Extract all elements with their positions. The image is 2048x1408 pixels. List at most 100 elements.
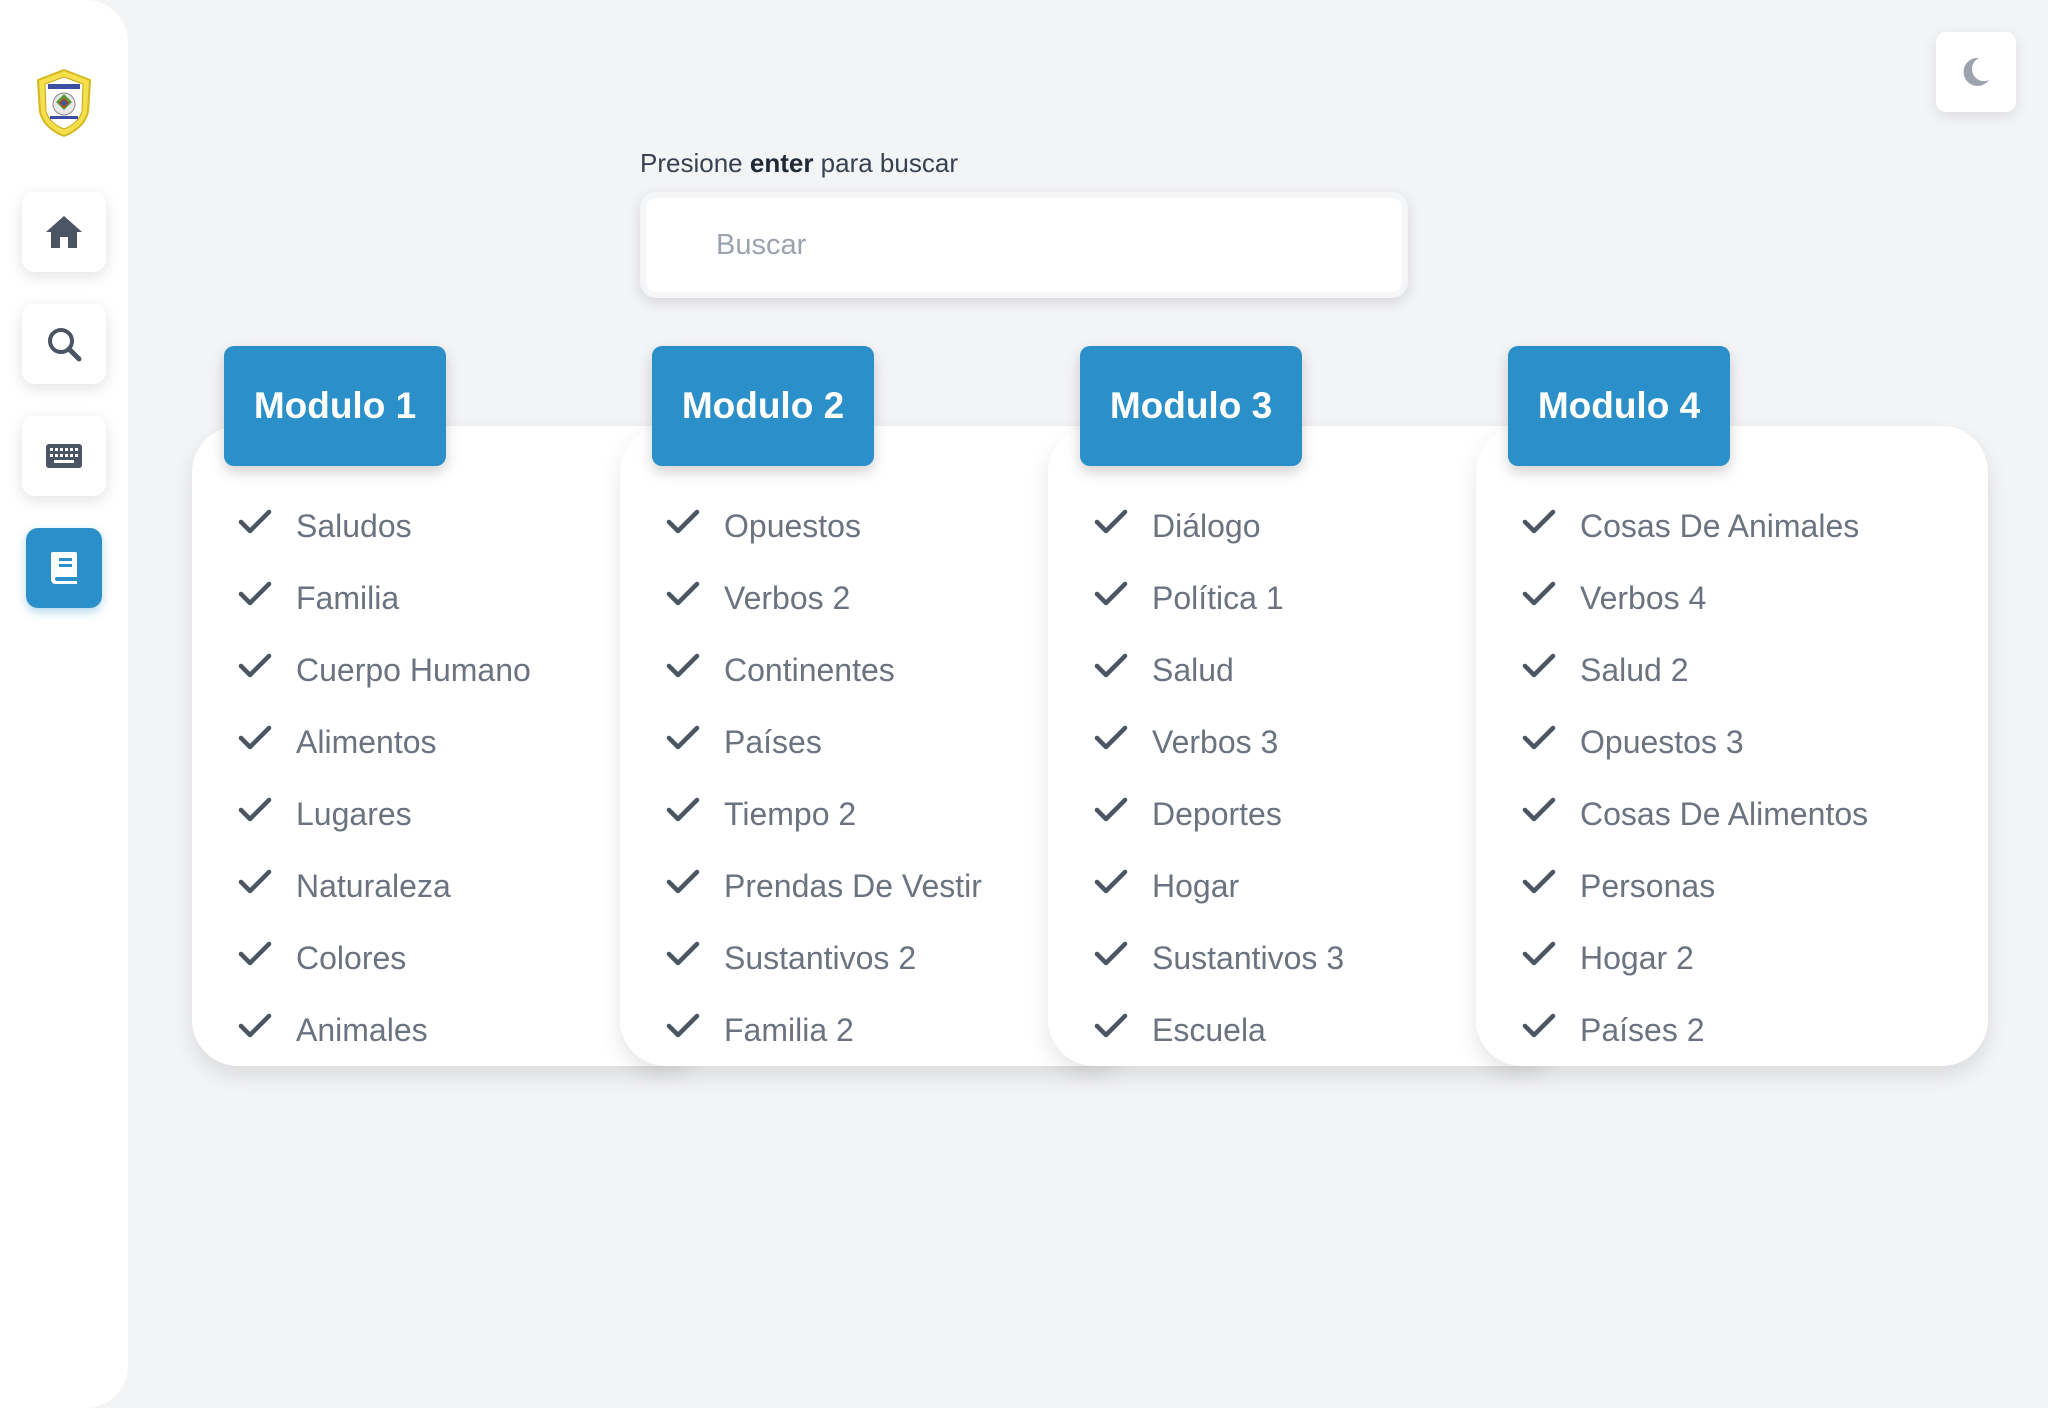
moon-icon (1963, 57, 1989, 86)
checkmark-icon (1522, 941, 1556, 966)
topic-label: Personas (1580, 867, 1716, 904)
topic-label: Cosas De Animales (1580, 507, 1860, 544)
checkmark-icon (238, 941, 272, 966)
topic-label: Continentes (724, 651, 895, 688)
topic-item[interactable]: Verbos 2 (666, 562, 982, 634)
checkmark-icon (666, 941, 700, 966)
checkmark-icon (238, 1013, 272, 1038)
topic-label: Verbos 4 (1580, 579, 1707, 616)
topic-item[interactable]: Personas (1522, 850, 1868, 922)
topic-item[interactable]: Deportes (1094, 778, 1344, 850)
topic-item[interactable]: Salud (1094, 634, 1344, 706)
module-tab-2[interactable]: Modulo 2 (652, 346, 874, 466)
topic-item[interactable]: Alimentos (238, 706, 531, 778)
checkmark-icon (1522, 1013, 1556, 1038)
checkmark-icon (1522, 509, 1556, 534)
topic-item[interactable]: Sustantivos 3 (1094, 922, 1344, 994)
topic-label: Verbos 3 (1152, 723, 1279, 760)
topic-item[interactable]: Cosas De Alimentos (1522, 778, 1868, 850)
checkmark-icon (238, 869, 272, 894)
search-icon (48, 328, 82, 362)
checkmark-icon (666, 1013, 700, 1038)
topic-item[interactable]: Escuela (1094, 994, 1344, 1066)
topic-label: Prendas De Vestir (724, 867, 982, 904)
checkmark-icon (238, 797, 272, 822)
module-tab-1[interactable]: Modulo 1 (224, 346, 446, 466)
sidebar-item-keyboard[interactable] (22, 416, 106, 496)
search-input[interactable] (646, 198, 1402, 292)
topic-item[interactable]: Opuestos (666, 490, 982, 562)
topic-label: Opuestos (724, 507, 861, 544)
topic-item[interactable]: Familia 2 (666, 994, 982, 1066)
topic-label: Deportes (1152, 795, 1282, 832)
topic-item[interactable]: Continentes (666, 634, 982, 706)
topic-item[interactable]: Lugares (238, 778, 531, 850)
topic-label: Países 2 (1580, 1011, 1705, 1048)
topic-item[interactable]: Animales (238, 994, 531, 1066)
checkmark-icon (666, 653, 700, 678)
checkmark-icon (666, 869, 700, 894)
topic-label: Tiempo 2 (724, 795, 857, 832)
topic-item[interactable]: Salud 2 (1522, 634, 1868, 706)
topic-label: Cosas De Alimentos (1580, 795, 1869, 832)
topic-label: Diálogo (1152, 507, 1261, 544)
topic-label: Colores (296, 939, 407, 976)
checkmark-icon (666, 797, 700, 822)
school-shield-logo[interactable] (34, 68, 94, 138)
module-topic-list-1: Saludos Familia Cuerpo Humano Alimentos Luga… (238, 490, 531, 1066)
topic-item[interactable]: Países 2 (1522, 994, 1868, 1066)
checkmark-icon (666, 725, 700, 750)
keyboard-icon (46, 444, 82, 468)
topic-item[interactable]: Verbos 3 (1094, 706, 1344, 778)
module-tab-3[interactable]: Modulo 3 (1080, 346, 1302, 466)
sidebar-item-home[interactable] (22, 192, 106, 272)
checkmark-icon (1094, 941, 1128, 966)
topic-item[interactable]: Política 1 (1094, 562, 1344, 634)
topic-item[interactable]: Saludos (238, 490, 531, 562)
checkmark-icon (1094, 509, 1128, 534)
module-topic-list-4: Cosas De Animales Verbos 4 Salud 2 Opuestos… (1522, 490, 1868, 1066)
sidebar-item-search[interactable] (22, 304, 106, 384)
topic-label: Hogar (1152, 867, 1240, 904)
topic-item[interactable]: Prendas De Vestir (666, 850, 982, 922)
topic-item[interactable]: Cosas De Animales (1522, 490, 1868, 562)
topic-item[interactable]: Familia (238, 562, 531, 634)
search-hint-suffix: para buscar (820, 148, 958, 178)
topic-item[interactable]: Cuerpo Humano (238, 634, 531, 706)
sidebar (0, 0, 128, 1408)
search-box (640, 192, 1408, 298)
checkmark-icon (1094, 653, 1128, 678)
topic-label: Países (724, 723, 822, 760)
checkmark-icon (1522, 581, 1556, 606)
topic-item[interactable]: Sustantivos 2 (666, 922, 982, 994)
topic-item[interactable]: Hogar (1094, 850, 1344, 922)
book-icon (51, 552, 77, 584)
search-hint: Presione enter para buscar (640, 148, 958, 179)
checkmark-icon (666, 581, 700, 606)
topic-item[interactable]: Opuestos 3 (1522, 706, 1868, 778)
home-icon (46, 216, 82, 248)
topic-item[interactable]: Verbos 4 (1522, 562, 1868, 634)
topic-label: Sustantivos 3 (1152, 939, 1345, 976)
checkmark-icon (238, 581, 272, 606)
topic-label: Verbos 2 (724, 579, 851, 616)
topic-item[interactable]: Diálogo (1094, 490, 1344, 562)
topic-item[interactable]: Naturaleza (238, 850, 531, 922)
topic-label: Hogar 2 (1580, 939, 1694, 976)
topic-label: Alimentos (296, 723, 437, 760)
module-tab-4[interactable]: Modulo 4 (1508, 346, 1730, 466)
theme-toggle-button[interactable] (1936, 32, 2016, 112)
sidebar-item-book[interactable] (26, 528, 102, 608)
module-topic-list-3: Diálogo Política 1 Salud Verbos 3 Deportes Ho… (1094, 490, 1344, 1066)
topic-label: Política 1 (1152, 579, 1284, 616)
topic-item[interactable]: Tiempo 2 (666, 778, 982, 850)
topic-item[interactable]: Colores (238, 922, 531, 994)
topic-item[interactable]: Hogar 2 (1522, 922, 1868, 994)
topic-item[interactable]: Países (666, 706, 982, 778)
topic-label: Familia 2 (724, 1011, 854, 1048)
checkmark-icon (1522, 869, 1556, 894)
checkmark-icon (666, 509, 700, 534)
topic-label: Salud (1152, 651, 1234, 688)
topic-label: Naturaleza (296, 867, 451, 904)
topic-label: Escuela (1152, 1011, 1266, 1048)
